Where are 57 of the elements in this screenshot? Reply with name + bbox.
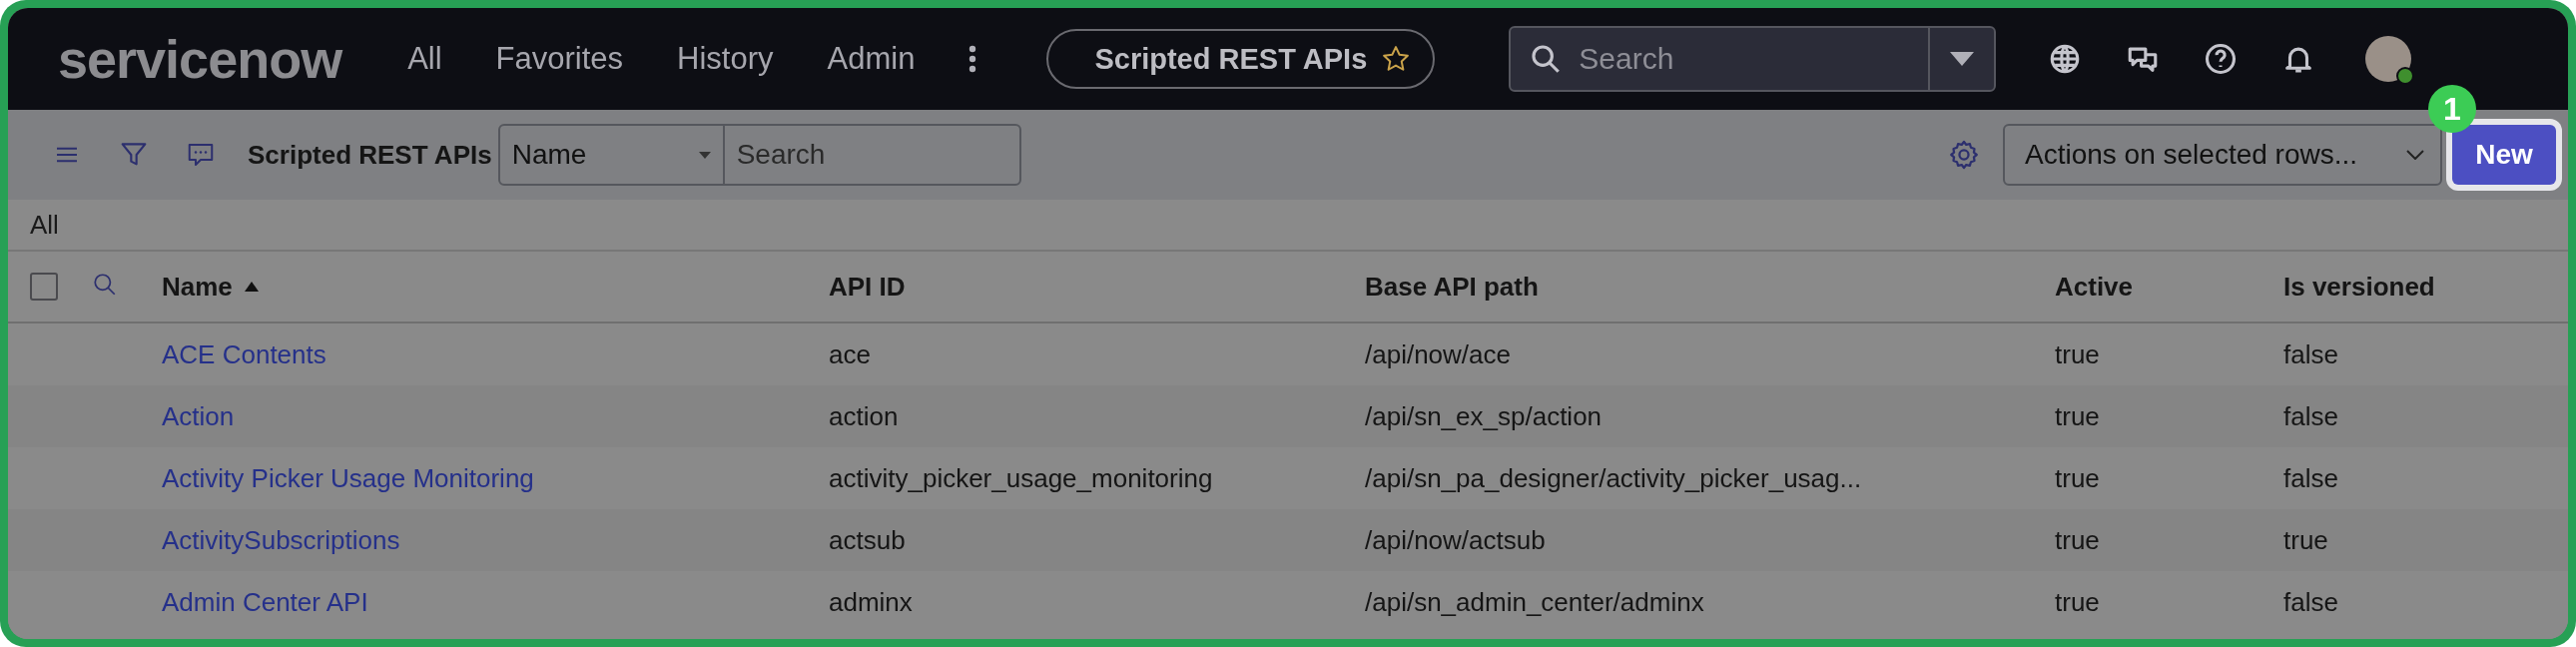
table-cell: false — [2283, 586, 2338, 617]
table-cell: /api/sn_admin_center/adminx — [1365, 586, 1704, 617]
record-link[interactable]: ActivitySubscriptions — [162, 524, 400, 555]
more-options-icon[interactable] — [968, 45, 977, 73]
table-cell: actsub — [829, 524, 906, 555]
star-icon[interactable] — [1381, 44, 1412, 74]
table-cell: true — [2055, 338, 2100, 369]
table-cell: true — [2055, 400, 2100, 431]
nav-menu-item[interactable]: Favorites — [495, 41, 624, 77]
chevron-icon — [2406, 150, 2424, 160]
field-select[interactable]: Name — [497, 124, 724, 186]
table-cell: false — [2283, 462, 2338, 493]
column-header[interactable]: API ID — [829, 271, 906, 303]
nav-menu-item[interactable]: All — [407, 41, 442, 77]
record-link[interactable]: Activity Picker Usage Monitoring — [162, 462, 534, 493]
caret-icon — [698, 151, 711, 159]
table-cell: true — [2283, 524, 2328, 555]
record-link[interactable]: Action — [162, 400, 235, 431]
table-cell: action — [829, 400, 899, 431]
table-cell: /api/now/actsub — [1365, 524, 1546, 555]
column-header[interactable]: Is versioned — [2283, 271, 2435, 303]
new-button[interactable]: New — [2452, 125, 2556, 185]
user-avatar[interactable] — [2365, 36, 2412, 82]
nav-menu-item[interactable]: History — [677, 41, 774, 77]
global-search-bar[interactable]: Search — [1509, 26, 1997, 92]
sort-ascending-icon[interactable] — [244, 282, 259, 292]
table-cell: false — [2283, 400, 2338, 431]
column-header[interactable]: Base API path — [1365, 271, 1539, 303]
table-cell: true — [2055, 586, 2100, 617]
online-status-icon — [2396, 67, 2415, 85]
select-all-checkbox[interactable] — [30, 273, 58, 301]
record-link[interactable]: ACE Contents — [162, 338, 326, 369]
servicenow-logo[interactable]: servicenow — [58, 28, 342, 90]
table-cell: true — [2055, 462, 2100, 493]
actions-select[interactable]: Actions on selected rows... — [2003, 124, 2442, 186]
current-page-title: Scripted REST APIs — [1094, 42, 1368, 76]
column-header[interactable]: Name — [162, 271, 233, 303]
nav-menu-item[interactable]: Admin — [827, 41, 916, 77]
settings-icon[interactable] — [1947, 138, 1981, 172]
search-input-field[interactable]: Search — [1579, 42, 1929, 76]
breadcrumb[interactable]: All — [30, 209, 59, 241]
search-icon[interactable] — [92, 272, 118, 298]
table-cell: /api/sn_pa_designer/activity_picker_usag... — [1365, 462, 1862, 493]
list-title: Scripted REST APIs — [248, 139, 492, 171]
list-search-field[interactable]: Search — [723, 124, 1021, 186]
current-page-pill[interactable]: Scripted REST APIs — [1046, 29, 1436, 89]
caret-icon — [1950, 52, 1975, 66]
table-cell: /api/sn_ex_sp/action — [1365, 400, 1603, 431]
table-cell: /api/now/ace — [1365, 338, 1511, 369]
help-icon[interactable] — [2204, 42, 2239, 76]
table-cell: true — [2055, 524, 2100, 555]
column-header[interactable]: Active — [2055, 271, 2134, 303]
table-cell: activity_picker_usage_monitoring — [829, 462, 1213, 493]
table-cell: adminx — [829, 586, 913, 617]
record-link[interactable]: Admin Center API — [162, 586, 368, 617]
table-cell: false — [2283, 338, 2338, 369]
table-cell: ace — [829, 338, 871, 369]
